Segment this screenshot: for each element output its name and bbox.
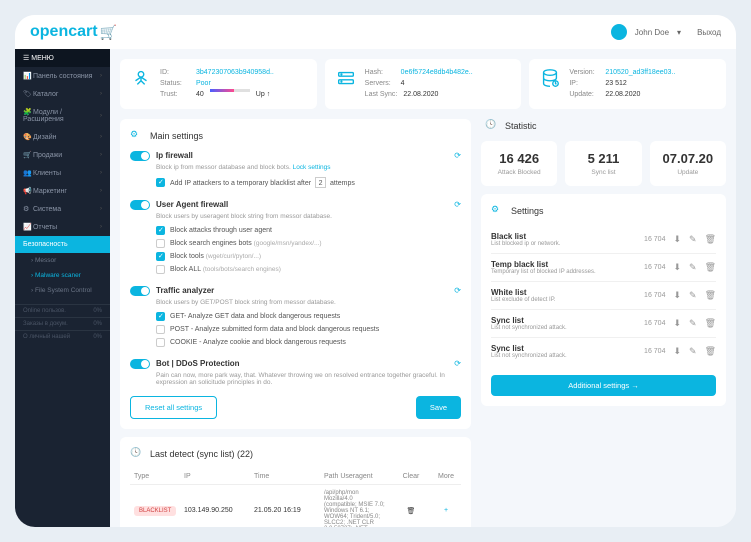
settings-row: Sync listList not synchronized attack. 1…	[491, 338, 716, 365]
reload-icon[interactable]: ⟳	[454, 151, 461, 160]
main-content: ID:3b472307063b940958d..Status:PoorTrust…	[110, 49, 736, 527]
delete-icon[interactable]: 🗑	[407, 508, 416, 515]
reload-icon[interactable]: ⟳	[454, 200, 461, 209]
download-icon[interactable]: ⬇	[673, 346, 681, 357]
delete-icon[interactable]: 🗑	[705, 318, 716, 329]
table-header: Type IP Time Path Useragent Clear More	[130, 469, 461, 485]
download-icon[interactable]: ⬇	[673, 262, 681, 273]
reset-button[interactable]: Reset all settings	[130, 396, 217, 419]
edit-icon[interactable]: ✎	[689, 290, 697, 301]
sidebar-subitem[interactable]: › File System Control	[15, 283, 110, 298]
settings-row: Black listList blocked ip or network. 16…	[491, 226, 716, 254]
sidebar-subitem[interactable]: › Messor	[15, 253, 110, 268]
stat-box: 16 426Attack Blocked	[481, 141, 557, 186]
clock-icon: 🕓	[485, 119, 499, 133]
sidebar: ☰ МЕНЮ 📊 Панель состояния›🏷 Каталог›🧩 Мо…	[15, 49, 110, 527]
option-row: COOKIE - Analyze cookie and block danger…	[156, 336, 461, 349]
sidebar-item[interactable]: 📊 Панель состояния›	[15, 67, 110, 85]
edit-icon[interactable]: ✎	[689, 318, 697, 329]
stat-box: 07.07.20Update	[650, 141, 726, 186]
option-row: GET- Analyze GET data and block dangerou…	[156, 310, 461, 323]
info-card: Version:210520_ad3ff18ee03..IP:23 512Upd…	[529, 59, 726, 109]
option-row: Add IP attackers to a temporary blacklis…	[156, 175, 461, 190]
reload-icon[interactable]: ⟳	[454, 286, 461, 295]
menu-header: ☰ МЕНЮ	[15, 49, 110, 67]
download-icon[interactable]: ⬇	[673, 318, 681, 329]
download-icon[interactable]: ⬇	[673, 290, 681, 301]
card-icon	[335, 67, 357, 89]
option-row: Block attacks through user agent	[156, 224, 461, 237]
delete-icon[interactable]: 🗑	[705, 234, 716, 245]
user-name[interactable]: John Doe	[635, 28, 669, 37]
gear-icon: ⚙	[491, 204, 505, 218]
checkbox[interactable]	[156, 325, 165, 334]
toggle[interactable]	[130, 151, 150, 161]
setting-section: User Agent firewall⟳ Block users by user…	[130, 200, 461, 276]
setting-section: Traffic analyzer⟳ Block users by GET/POS…	[130, 286, 461, 349]
last-detect-panel: 🕓Last detect (sync list) (22) Type IP Ti…	[120, 437, 471, 527]
checkbox[interactable]	[156, 239, 165, 248]
reload-icon[interactable]: ⟳	[454, 359, 461, 368]
clock-icon: 🕓	[130, 447, 144, 461]
card-icon	[130, 67, 152, 89]
topbar: opencart🛒 John Doe▾ Выход	[15, 15, 736, 49]
settings-row: Sync listList not synchronized attack. 1…	[491, 310, 716, 338]
stat-box: 5 211Sync list	[565, 141, 641, 186]
toggle[interactable]	[130, 200, 150, 210]
sidebar-subitem[interactable]: › Malware scaner	[15, 268, 110, 283]
sidebar-stat: О личный нашей0%	[15, 330, 110, 343]
sidebar-stat: Online пользов.0%	[15, 304, 110, 317]
checkbox[interactable]	[156, 338, 165, 347]
settings-panel: ⚙Settings Black listList blocked ip or n…	[481, 194, 726, 406]
download-icon[interactable]: ⬇	[673, 234, 681, 245]
delete-icon[interactable]: 🗑	[705, 290, 716, 301]
option-row: POST - Analyze submitted form data and b…	[156, 323, 461, 336]
more-icon[interactable]: +	[444, 507, 448, 514]
option-row: Block search engines bots (google/msn/ya…	[156, 237, 461, 250]
settings-row: White listList exclude of detect IP. 16 …	[491, 282, 716, 310]
checkbox[interactable]	[156, 312, 165, 321]
setting-section: Ip firewall⟳ Block ip from messor databa…	[130, 151, 461, 190]
cart-icon: 🛒	[100, 24, 117, 41]
type-badge: BLACKLIST	[134, 506, 176, 516]
checkbox[interactable]	[156, 265, 165, 274]
settings-icon: ⚙	[130, 129, 144, 143]
option-row: Block ALL (tools/bots/search engines)	[156, 263, 461, 276]
settings-row: Temp black listTemporary list of blocked…	[491, 254, 716, 282]
setting-section: Bot | DDoS Protection⟳ Pain can now, mor…	[130, 359, 461, 386]
main-settings-panel: ⚙Main settings Ip firewall⟳ Block ip fro…	[120, 119, 471, 429]
card-icon	[539, 67, 561, 89]
checkbox[interactable]	[156, 178, 165, 187]
info-card: Hash:0e6f5724e8db4b482e..Servers:4Last S…	[325, 59, 522, 109]
option-row: Block tools (wget/curl/pyton/...)	[156, 250, 461, 263]
toggle[interactable]	[130, 359, 150, 369]
toggle[interactable]	[130, 286, 150, 296]
sidebar-item[interactable]: 🎨 Дизайн›	[15, 128, 110, 146]
sidebar-item-security[interactable]: Безопасность	[15, 236, 110, 253]
table-row: BLACKLIST 103.149.90.250 21.05.20 16:19 …	[130, 485, 461, 527]
exit-link[interactable]: Выход	[697, 28, 721, 37]
statistic-panel: 🕓Statistic 16 426Attack Blocked5 211Sync…	[481, 119, 726, 186]
sidebar-item[interactable]: 👥 Клиенты›	[15, 164, 110, 182]
additional-settings-button[interactable]: Additional settings →	[491, 375, 716, 396]
sidebar-stat: Заказы в докум.0%	[15, 317, 110, 330]
save-button[interactable]: Save	[416, 396, 461, 419]
avatar[interactable]	[611, 24, 627, 40]
delete-icon[interactable]: 🗑	[705, 262, 716, 273]
edit-icon[interactable]: ✎	[689, 234, 697, 245]
sidebar-item[interactable]: 🏷 Каталог›	[15, 85, 110, 103]
edit-icon[interactable]: ✎	[689, 262, 697, 273]
logo[interactable]: opencart🛒	[30, 23, 117, 41]
checkbox[interactable]	[156, 226, 165, 235]
edit-icon[interactable]: ✎	[689, 346, 697, 357]
sidebar-item[interactable]: ⚙ Система›	[15, 200, 110, 218]
sidebar-item[interactable]: 🛒 Продажи›	[15, 146, 110, 164]
lock-settings-link[interactable]: Lock settings	[293, 164, 331, 171]
checkbox[interactable]	[156, 252, 165, 261]
delete-icon[interactable]: 🗑	[705, 346, 716, 357]
sidebar-item[interactable]: 📢 Маркетинг›	[15, 182, 110, 200]
info-card: ID:3b472307063b940958d..Status:PoorTrust…	[120, 59, 317, 109]
sidebar-item[interactable]: 📈 Отчеты›	[15, 218, 110, 236]
sidebar-item[interactable]: 🧩 Модули / Расширения›	[15, 103, 110, 128]
